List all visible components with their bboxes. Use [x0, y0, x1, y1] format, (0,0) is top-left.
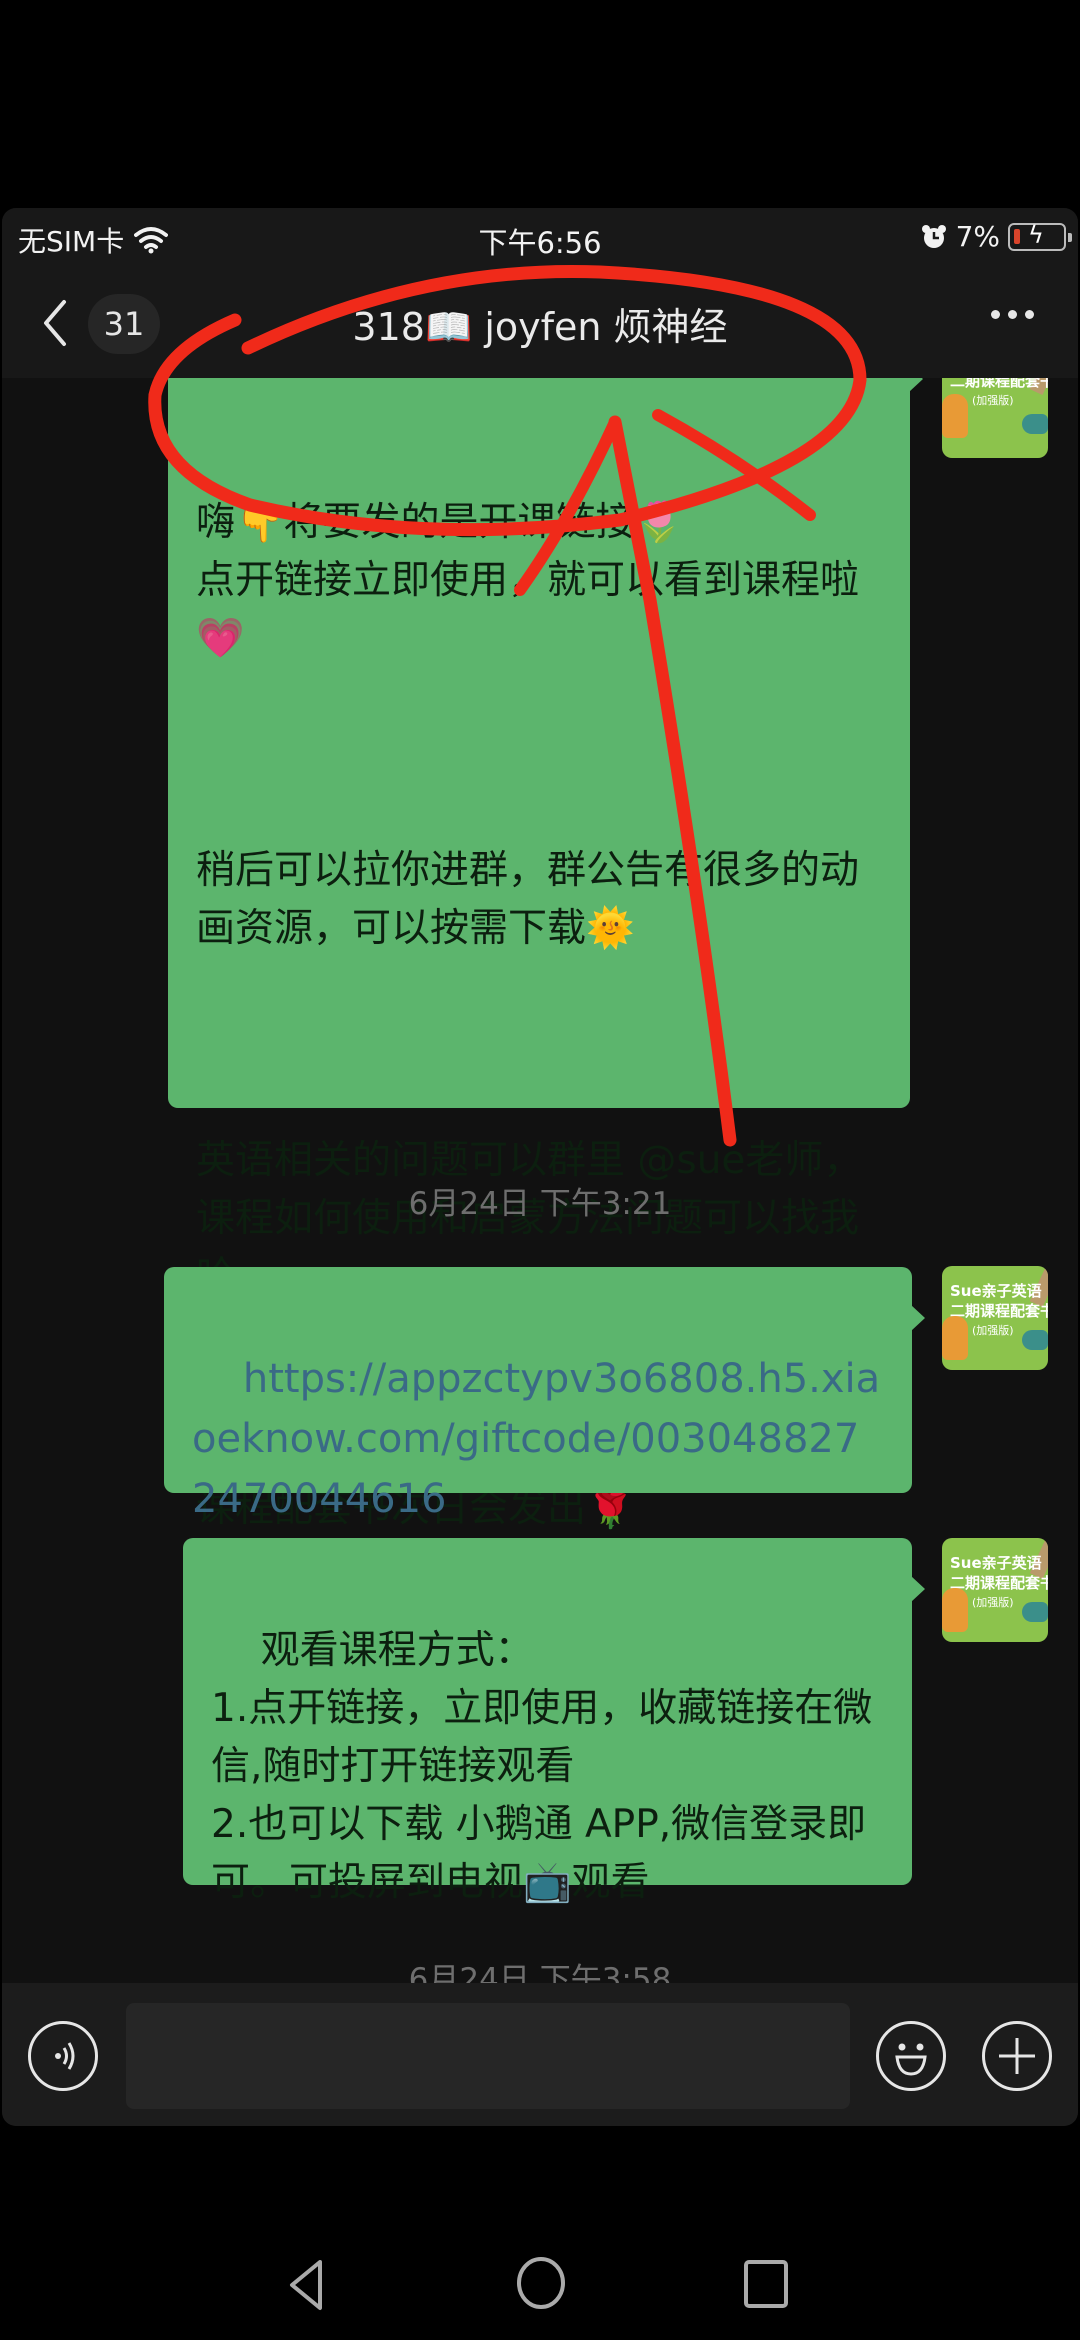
message-bubble[interactable]: 嗨👇将要发的是开课链接🌷 点开链接立即使用，就可以看到课程啦💗 稍后可以拉你进群… — [168, 328, 923, 1531]
avatar[interactable]: Sue亲子英语 二期课程配套书 (加强版) — [942, 1266, 1048, 1370]
plus-icon[interactable] — [982, 2021, 1052, 2091]
message-bubble[interactable]: 观看课程方式： 1.点开链接，立即使用，收藏链接在微信,随时打开链接观看 2.也… — [183, 1538, 925, 1905]
status-time: 下午6:56 — [478, 226, 602, 260]
emoji-icon[interactable] — [876, 2021, 946, 2091]
wechat-chat-screen: 无SIM卡 下午6:56 7% ϟ 31 318📖 joyfen 烦神经 嗨👇将… — [2, 208, 1078, 2126]
system-nav-bar — [0, 2200, 1080, 2340]
nav-recents-icon[interactable] — [742, 2258, 790, 2310]
battery-charging-icon: ϟ — [1008, 221, 1072, 251]
voice-icon[interactable] — [28, 2021, 98, 2091]
input-bar — [2, 1983, 1078, 2126]
message-timestamp: 6月24日 下午3:21 — [408, 1186, 672, 1222]
message-input[interactable] — [126, 2003, 850, 2109]
message-paragraph: 嗨👇将要发的是开课链接🌷 点开链接立即使用，就可以看到课程啦💗 — [196, 500, 860, 661]
chat-header: 31 318📖 joyfen 烦神经 — [2, 268, 1078, 378]
more-dots-icon[interactable] — [991, 310, 1034, 319]
chat-title: 318📖 joyfen 烦神经 — [352, 305, 728, 349]
link-message-bubble[interactable]: https://appzctypv3o6808.h5.xiaoeknow.com… — [164, 1267, 925, 1522]
message-paragraph: 稍后可以拉你进群，群公告有很多的动画资源，可以按需下载🌞 — [196, 848, 860, 951]
message-text: 观看课程方式： 1.点开链接，立即使用，收藏链接在微信,随时打开链接观看 2.也… — [211, 1628, 873, 1905]
nav-home-icon[interactable] — [514, 2256, 568, 2310]
status-bar: 无SIM卡 下午6:56 7% ϟ — [2, 208, 1078, 268]
nav-back-icon[interactable] — [286, 2258, 326, 2312]
avatar[interactable]: Sue亲子英语 二期课程配套书 (加强版) — [942, 1538, 1048, 1642]
battery-percent: 7% — [955, 220, 1000, 253]
alarm-icon — [921, 224, 946, 248]
